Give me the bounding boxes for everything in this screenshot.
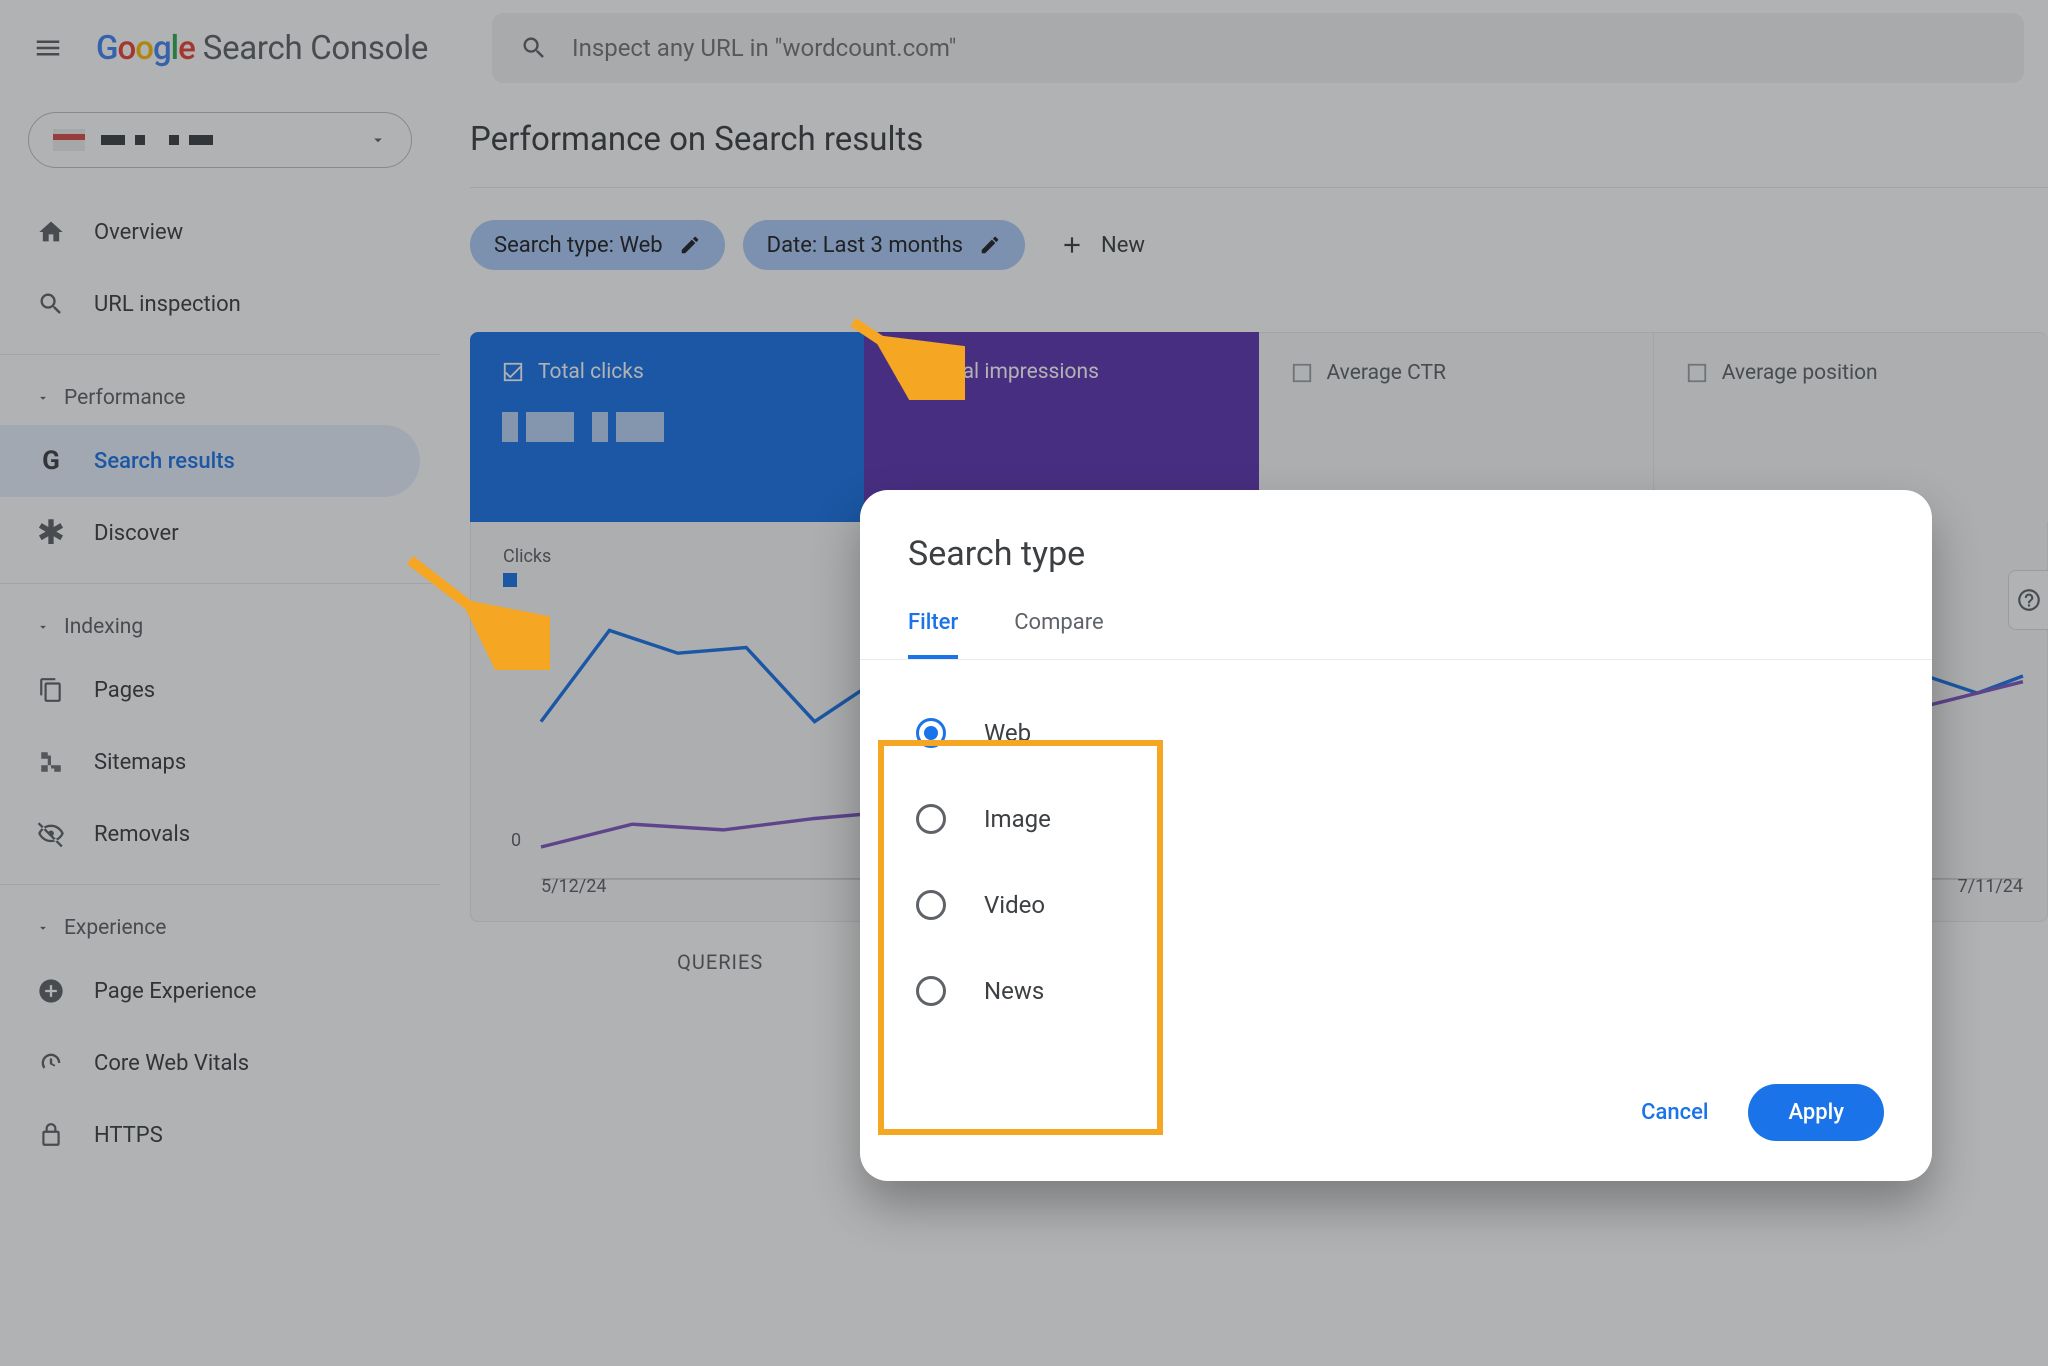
radio-label: Video xyxy=(984,891,1045,919)
dialog-tab-compare[interactable]: Compare xyxy=(1014,610,1103,659)
dialog-tabs: Filter Compare xyxy=(860,610,1932,660)
cancel-button[interactable]: Cancel xyxy=(1633,1088,1716,1137)
radio-selected-icon xyxy=(916,718,946,748)
radio-option-image[interactable]: Image xyxy=(908,776,1884,862)
radio-option-video[interactable]: Video xyxy=(908,862,1884,948)
radio-option-web[interactable]: Web xyxy=(908,690,1884,776)
dialog-tab-filter[interactable]: Filter xyxy=(908,610,958,659)
radio-unselected-icon xyxy=(916,976,946,1006)
search-type-options: Web Image Video News xyxy=(908,660,1884,1064)
apply-button[interactable]: Apply xyxy=(1748,1084,1884,1141)
radio-option-news[interactable]: News xyxy=(908,948,1884,1034)
radio-label: Image xyxy=(984,805,1051,833)
radio-label: Web xyxy=(984,719,1031,747)
modal-overlay[interactable]: Search type Filter Compare Web Image Vid… xyxy=(0,0,2048,1366)
radio-unselected-icon xyxy=(916,890,946,920)
radio-label: News xyxy=(984,977,1044,1005)
radio-unselected-icon xyxy=(916,804,946,834)
search-type-dialog: Search type Filter Compare Web Image Vid… xyxy=(860,490,1932,1181)
dialog-title: Search type xyxy=(908,534,1884,574)
